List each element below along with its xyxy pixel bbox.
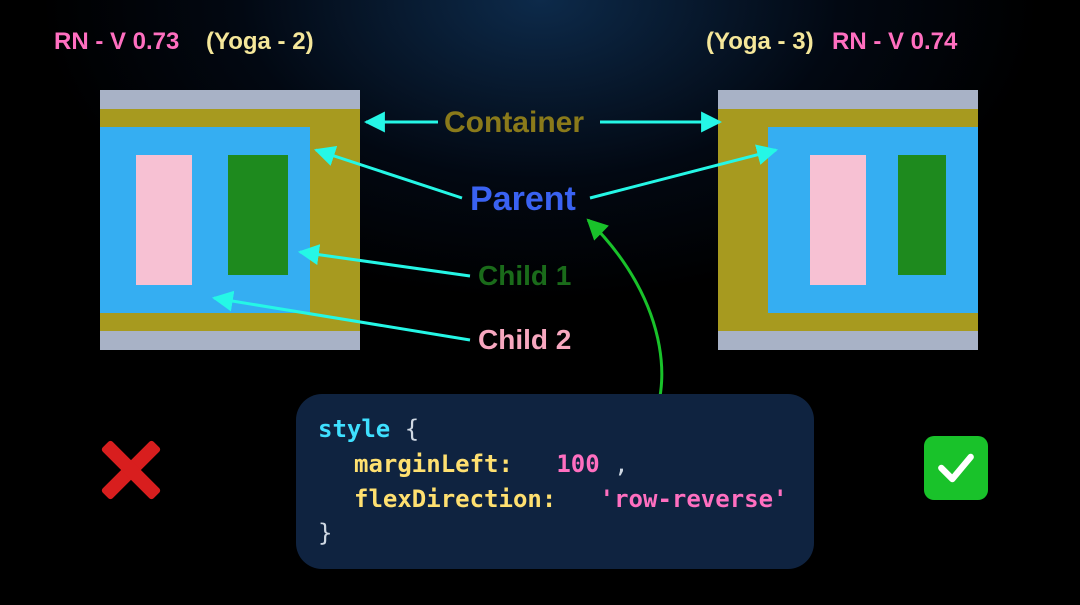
code-bubble: style { marginLeft: 100 , flexDirection:… <box>296 394 814 569</box>
code-prop-flex: flexDirection: <box>354 485 556 513</box>
right-version-label: RN - V 0.74 <box>832 28 957 56</box>
label-child2: Child 2 <box>478 324 571 356</box>
left-demo-frame <box>100 90 360 350</box>
cross-mark-icon <box>96 438 160 502</box>
right-parent-box <box>768 127 978 313</box>
label-container: Container <box>444 106 584 140</box>
right-yoga-label: (Yoga - 3) <box>706 28 814 56</box>
left-yoga-label: (Yoga - 2) <box>206 28 314 56</box>
left-child2-pink <box>136 155 192 285</box>
right-demo-frame <box>718 90 978 350</box>
left-container-box <box>100 109 360 331</box>
code-keyword-style: style <box>318 415 390 443</box>
right-child1-green <box>898 155 946 275</box>
label-child1: Child 1 <box>478 260 571 292</box>
left-version-label: RN - V 0.73 <box>54 28 179 56</box>
code-brace-open: { <box>405 415 419 443</box>
left-parent-box <box>100 127 310 313</box>
code-comma: , <box>614 450 628 478</box>
code-val-margin: 100 <box>556 450 599 478</box>
code-prop-margin: marginLeft: <box>354 450 513 478</box>
code-val-flex: 'row-reverse' <box>600 485 788 513</box>
label-parent: Parent <box>470 180 576 219</box>
code-brace-close: } <box>318 519 332 547</box>
right-child2-pink <box>810 155 866 285</box>
left-child1-green <box>228 155 288 275</box>
right-container-box <box>718 109 978 331</box>
check-mark-icon <box>924 436 988 500</box>
